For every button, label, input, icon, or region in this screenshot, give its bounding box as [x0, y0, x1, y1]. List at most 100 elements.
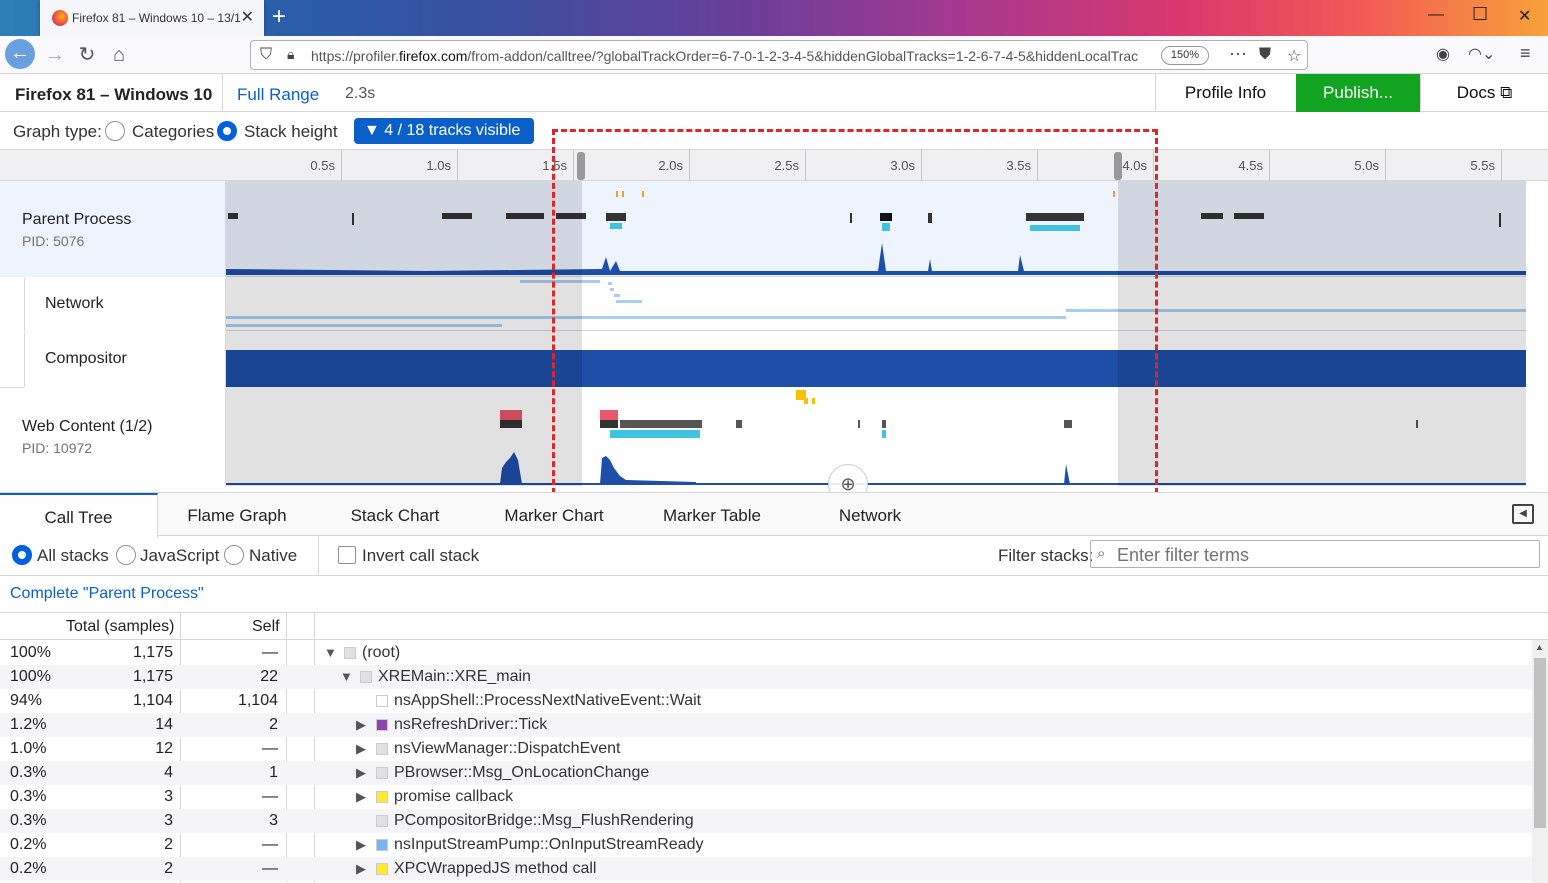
details-tab-bar: Call Tree Flame Graph Stack Chart Marker… — [0, 492, 1548, 538]
track-compositor[interactable]: Compositor — [24, 332, 226, 387]
ruler-tick: 5.0s — [1270, 150, 1386, 181]
profiler-addon-icon[interactable]: ◠⌄ — [1468, 44, 1495, 64]
back-button[interactable]: ← — [5, 39, 35, 69]
total-percent: 1.0% — [10, 740, 47, 757]
table-row[interactable]: 0.3% 3 3 PCompositorBridge::Msg_FlushRender… — [0, 809, 1532, 833]
scroll-up-icon[interactable]: ▲ — [1535, 642, 1544, 652]
categories-label[interactable]: Categories — [132, 122, 214, 142]
stack-height-label[interactable]: Stack height — [244, 122, 338, 142]
zoom-level-badge[interactable]: 150% — [1161, 46, 1209, 65]
self-header: Self — [252, 618, 280, 635]
self-samples: 1 — [269, 764, 278, 781]
publish-button[interactable]: Publish... — [1296, 74, 1420, 112]
page-actions-icon[interactable]: ··· — [1229, 43, 1247, 64]
function-name: PBrowser::Msg_OnLocationChange — [394, 764, 650, 781]
function-name: PCompositorBridge::Msg_FlushRendering — [394, 812, 694, 829]
total-samples: 1,104 — [132, 692, 173, 709]
account-icon[interactable]: ◉ — [1436, 44, 1450, 64]
self-samples: — — [262, 644, 278, 661]
table-row[interactable]: 94% 1,104 1,104 nsAppShell::ProcessNextNati… — [0, 689, 1532, 713]
profile-info-button[interactable]: Profile Info — [1155, 74, 1295, 112]
tab-marker-chart[interactable]: Marker Chart — [484, 493, 624, 537]
call-tree-settings: All stacks JavaScript Native Invert call… — [0, 536, 1548, 576]
close-tab-icon[interactable]: ✕ — [241, 7, 254, 27]
twisty-icon[interactable]: ▶ — [356, 717, 366, 733]
full-range-breadcrumb[interactable]: Full Range — [222, 74, 333, 112]
table-row[interactable]: 100% 1,175 — ▼ (root) — [0, 641, 1532, 665]
tab-stack-chart[interactable]: Stack Chart — [325, 493, 465, 537]
table-row[interactable]: 100% 1,175 22 ▼ XREMain::XRE_main — [0, 665, 1532, 689]
table-row[interactable]: 0.3% 4 1 ▶ PBrowser::Msg_OnLocationChange — [0, 761, 1532, 785]
all-stacks-radio[interactable] — [12, 545, 32, 565]
twisty-icon[interactable]: ▼ — [324, 645, 337, 660]
filter-stacks-input[interactable]: ⌕ Enter filter terms — [1090, 540, 1540, 568]
call-tree-body[interactable]: 100% 1,175— ▼ (root) 100% 1,175 22 ▼ XREMain::XR… — [0, 641, 1532, 883]
twisty-icon[interactable]: ▼ — [340, 669, 353, 684]
native-label[interactable]: Native — [249, 546, 297, 566]
firefox-logo-icon — [52, 10, 68, 26]
track-parent-process[interactable]: Parent Process PID: 5076 — [0, 181, 226, 277]
total-samples: 4 — [164, 764, 173, 781]
total-percent: 94% — [10, 692, 43, 709]
table-row[interactable]: 0.3% 3 — ▶ promise callback — [0, 785, 1532, 809]
browser-tab[interactable]: Firefox 81 – Windows 10 – 13/1 ✕ — [40, 0, 264, 36]
range-duration: 2.3s — [345, 85, 376, 102]
menu-icon[interactable]: ≡ — [1520, 43, 1531, 64]
twisty-icon[interactable]: ▶ — [356, 741, 366, 757]
twisty-icon[interactable]: ▶ — [356, 861, 366, 877]
twisty-icon[interactable]: ▶ — [356, 765, 366, 781]
tab-network[interactable]: Network — [800, 493, 940, 537]
shield-icon[interactable]: ⛉ — [260, 46, 272, 64]
javascript-label[interactable]: JavaScript — [140, 546, 219, 566]
reload-button[interactable]: ↻ — [72, 41, 102, 69]
table-row[interactable]: 0.2% 2 — ▶ XPCWrappedJS method call — [0, 857, 1532, 881]
minimize-icon[interactable]: — — [1428, 6, 1444, 24]
twisty-icon[interactable]: ▶ — [356, 789, 366, 805]
pocket-icon[interactable]: ⛊ — [1259, 46, 1271, 64]
track-name: Web Content (1/2) — [22, 418, 153, 435]
call-tree-breadcrumb[interactable]: Complete "Parent Process" — [10, 585, 204, 603]
new-tab-button[interactable]: + — [272, 3, 286, 31]
category-swatch — [376, 863, 388, 875]
track-web-content[interactable]: Web Content (1/2) PID: 10972 — [0, 388, 226, 486]
url-bar[interactable]: ⛉ 🔒︎ https://profiler.firefox.com/from-a… — [250, 40, 1308, 70]
search-icon: ⌕ — [1097, 545, 1106, 562]
bookmark-star-icon[interactable]: ☆ — [1287, 46, 1301, 66]
twisty-icon[interactable]: ▶ — [356, 837, 366, 853]
table-row[interactable]: 0.2% 2 — ▶ nsInputStreamPump::OnInputStreamR… — [0, 833, 1532, 857]
all-stacks-label[interactable]: All stacks — [37, 546, 109, 566]
category-swatch — [376, 815, 388, 827]
sidebar-toggle-icon[interactable]: ◀ — [1512, 504, 1534, 524]
stack-height-radio[interactable] — [217, 121, 237, 141]
self-samples: — — [262, 788, 278, 805]
categories-radio[interactable] — [105, 121, 125, 141]
scrollbar-thumb[interactable] — [1534, 658, 1546, 828]
table-row[interactable]: 1.2% 14 2 ▶ nsRefreshDriver::Tick — [0, 713, 1532, 737]
lock-icon[interactable]: 🔒︎ — [287, 46, 294, 63]
tab-marker-table[interactable]: Marker Table — [642, 493, 782, 537]
table-row[interactable]: 1.0% 12 — ▶ nsViewManager::DispatchEvent — [0, 737, 1532, 761]
ruler-label: 4.5s — [1238, 158, 1263, 173]
tab-call-tree[interactable]: Call Tree — [0, 493, 158, 538]
track-network[interactable]: Network — [24, 278, 226, 331]
call-tree-scrollbar[interactable]: ▲ — [1532, 640, 1548, 883]
invert-call-stack-checkbox[interactable] — [338, 546, 356, 564]
external-link-icon: ⧉ — [1500, 83, 1513, 102]
invert-call-stack-label[interactable]: Invert call stack — [362, 546, 479, 566]
url-text: https://profiler.firefox.com/from-addon/… — [311, 48, 1139, 64]
close-window-icon[interactable]: ✕ — [1518, 6, 1531, 26]
docs-button[interactable]: Docs ⧉ — [1420, 74, 1548, 112]
tab-flame-graph[interactable]: Flame Graph — [166, 493, 308, 537]
tracks-visible-button[interactable]: ▼ 4 / 18 tracks visible — [354, 118, 534, 144]
javascript-radio[interactable] — [116, 545, 136, 565]
home-button[interactable]: ⌂ — [104, 41, 134, 69]
track-name: Compositor — [45, 350, 127, 367]
category-swatch — [376, 719, 388, 731]
timeline-gutter — [1526, 181, 1548, 486]
forward-button[interactable]: → — [40, 41, 70, 69]
native-radio[interactable] — [224, 545, 244, 565]
browser-window: { "browser": { "tab_title": "Firefox 81 … — [0, 0, 1548, 883]
maximize-icon[interactable]: ☐ — [1472, 4, 1488, 25]
self-samples: 1,104 — [237, 692, 278, 709]
function-name: XPCWrappedJS method call — [394, 860, 597, 877]
